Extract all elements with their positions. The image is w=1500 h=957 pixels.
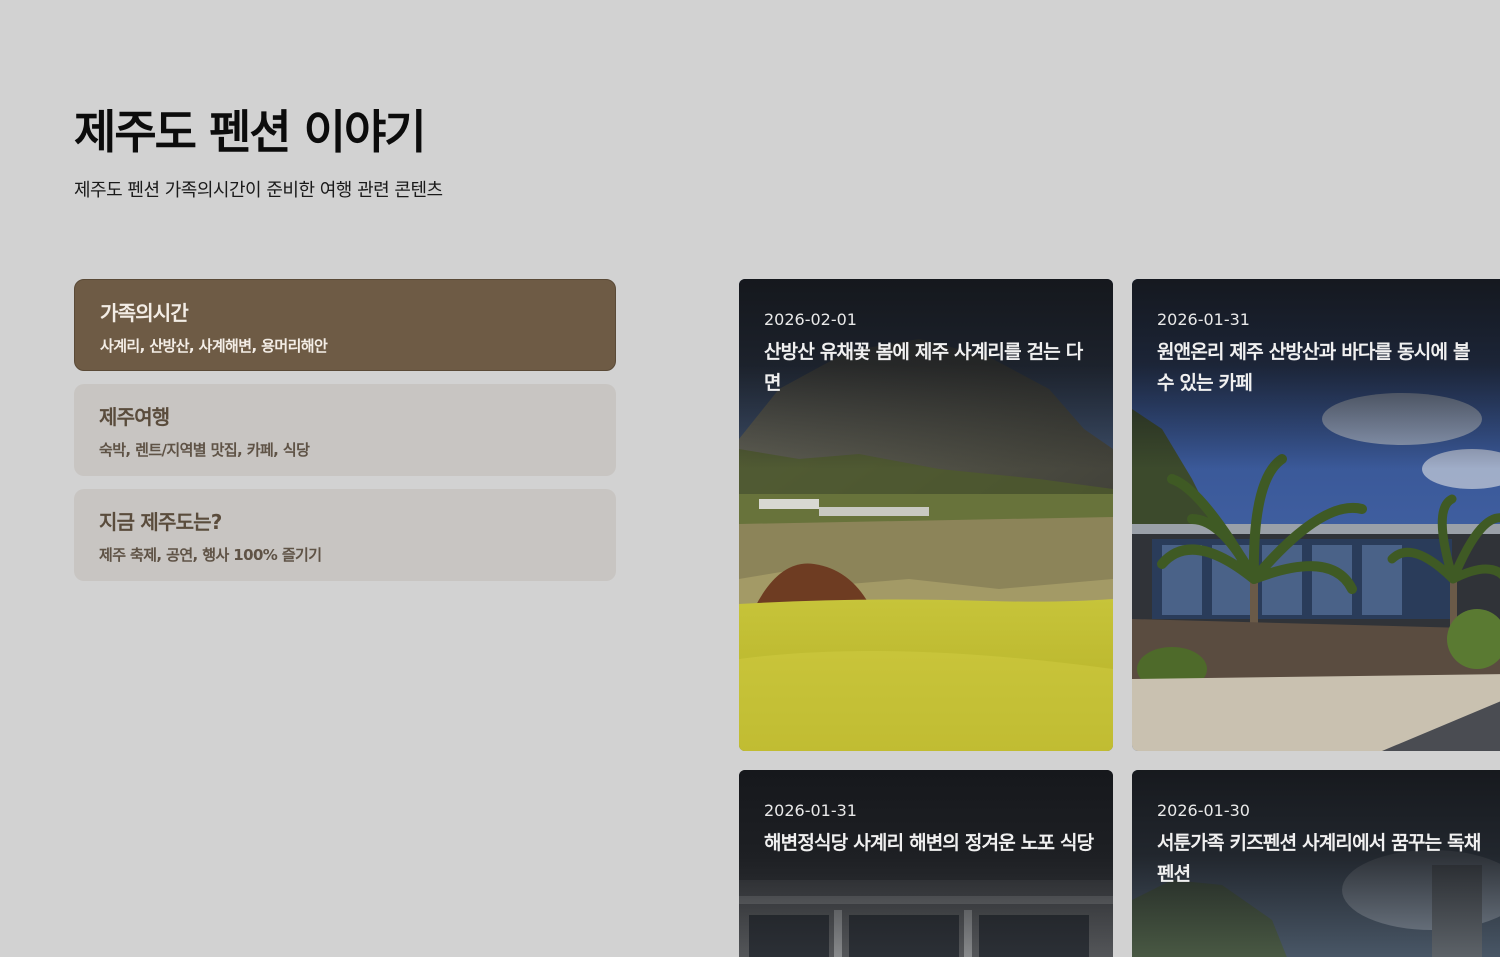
post-date: 2026-01-30: [1157, 801, 1250, 820]
category-description: 사계리, 산방산, 사계해변, 용머리해안: [100, 337, 328, 355]
page: 제주도 펜션 이야기 제주도 펜션 가족의시간이 준비한 여행 관련 콘텐츠 가…: [0, 0, 1500, 957]
category-title: 제주여행: [99, 405, 170, 429]
post-title: 산방산 유채꽃 봄에 제주 사계리를 걷는 다면: [764, 341, 1083, 394]
category-description: 제주 축제, 공연, 행사 100% 즐기기: [99, 546, 322, 564]
post-date: 2026-01-31: [764, 801, 857, 820]
title-overlay: [739, 770, 1113, 957]
post-card[interactable]: 2026-02-01 산방산 유채꽃 봄에 제주 사계리를 걷는 다면: [739, 279, 1113, 751]
post-date: 2026-01-31: [1157, 310, 1250, 329]
category-family-time[interactable]: 가족의시간 사계리, 산방산, 사계해변, 용머리해안: [74, 279, 616, 371]
category-title: 가족의시간: [100, 301, 189, 325]
post-card[interactable]: 2026-01-31 해변정식당 사계리 해변의 정겨운 노포 식당: [739, 770, 1113, 957]
category-list: 가족의시간 사계리, 산방산, 사계해변, 용머리해안 제주여행 숙박, 렌트/…: [74, 279, 616, 594]
page-subtitle: 제주도 펜션 가족의시간이 준비한 여행 관련 콘텐츠: [74, 180, 443, 201]
category-title: 지금 제주도는?: [99, 510, 222, 534]
page-title: 제주도 펜션 이야기: [74, 105, 427, 159]
post-card[interactable]: 2026-01-30 서툰가족 키즈펜션 사계리에서 꿈꾸는 독채펜션: [1132, 770, 1500, 957]
post-title: 서툰가족 키즈펜션 사계리에서 꿈꾸는 독채펜션: [1157, 832, 1481, 885]
category-description: 숙박, 렌트/지역별 맛집, 카페, 식당: [99, 441, 310, 459]
category-jeju-travel[interactable]: 제주여행 숙박, 렌트/지역별 맛집, 카페, 식당: [74, 384, 616, 476]
post-title: 해변정식당 사계리 해변의 정겨운 노포 식당: [764, 832, 1094, 854]
post-title: 원앤온리 제주 산방산과 바다를 동시에 볼 수 있는 카페: [1157, 341, 1470, 394]
category-jeju-now[interactable]: 지금 제주도는? 제주 축제, 공연, 행사 100% 즐기기: [74, 489, 616, 581]
post-card[interactable]: 2026-01-31 원앤온리 제주 산방산과 바다를 동시에 볼 수 있는 카…: [1132, 279, 1500, 751]
post-date: 2026-02-01: [764, 310, 857, 329]
